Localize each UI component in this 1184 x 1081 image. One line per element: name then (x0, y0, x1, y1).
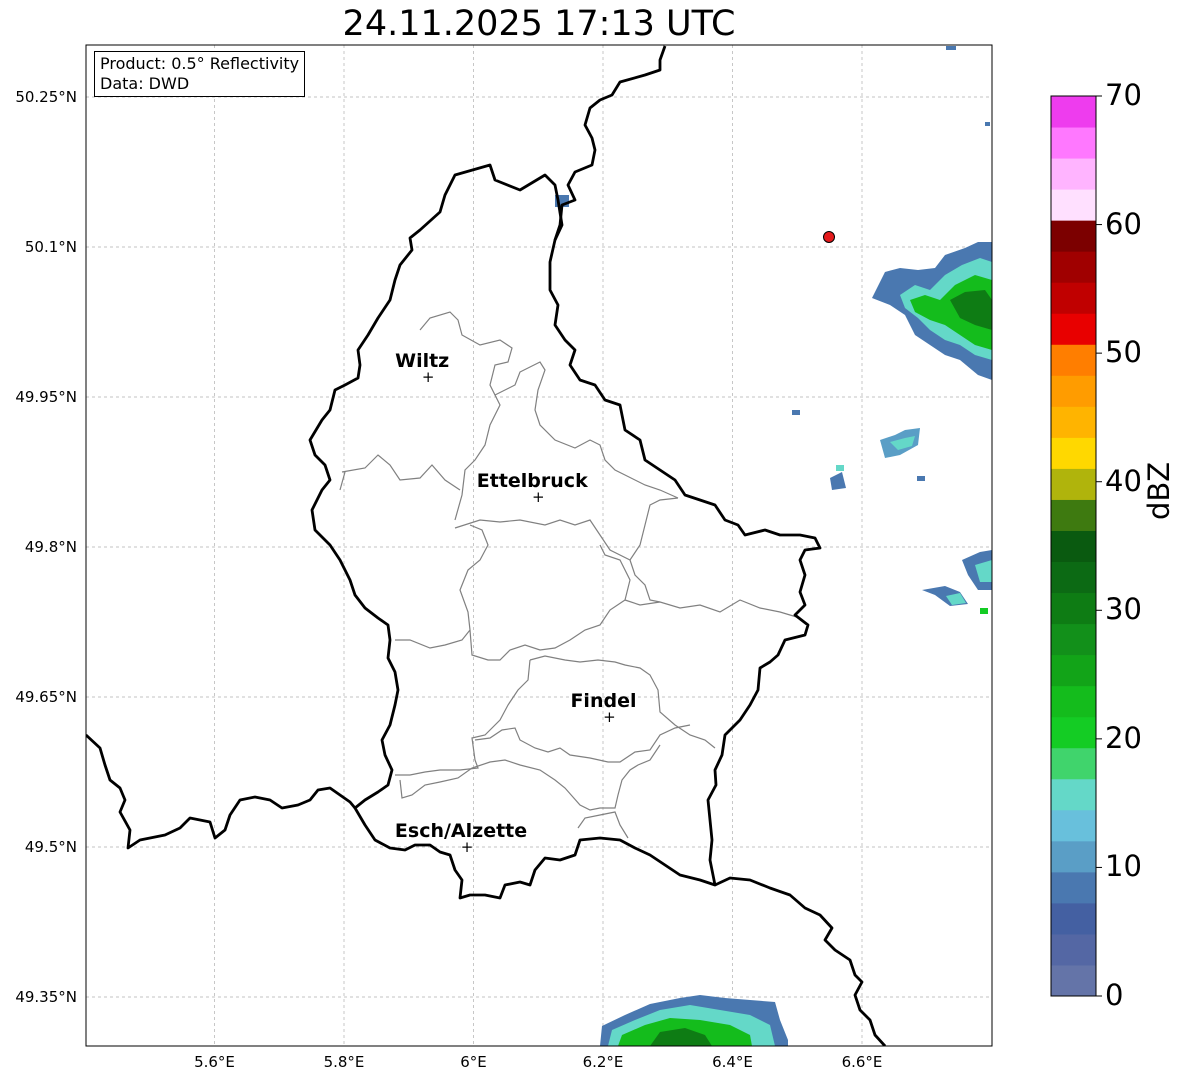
colorbar-segment (1051, 375, 1096, 407)
colorbar-segment (1051, 685, 1096, 718)
colorbar (1050, 95, 1102, 997)
colorbar-segment (1051, 406, 1096, 438)
colorbar-tick-label: 60 (1105, 206, 1142, 241)
city-label: Esch/Alzette (395, 820, 527, 842)
colorbar-segment (1051, 871, 1096, 904)
colorbar-segment (1051, 158, 1096, 190)
radar-map: +Wiltz +Ettelbruck +Findel +Esch/Alzette 5.… (15, 44, 1102, 1071)
lat-tick-label: 50.25°N (15, 88, 77, 106)
lat-tick-label: 49.8°N (25, 538, 77, 556)
colorbar-segment (1051, 561, 1096, 594)
city-esch-alzette: +Esch/Alzette (395, 820, 527, 856)
colorbar-segment (1051, 251, 1096, 283)
colorbar-tick-label: 20 (1105, 720, 1142, 755)
colorbar-tick-label: 40 (1105, 463, 1142, 498)
precipitation-echo-south (600, 995, 788, 1046)
gridlines (86, 45, 992, 1046)
colorbar-segment (1051, 778, 1096, 811)
colorbar-segment (1051, 468, 1096, 500)
info-box: Product: 0.5° Reflectivity Data: DWD (94, 51, 306, 97)
lon-tick-label: 6.4°E (712, 1053, 753, 1071)
data-source-label: Data: DWD (100, 74, 190, 93)
colorbar-segment (1051, 623, 1096, 656)
radar-site-marker (823, 231, 835, 243)
colorbar-segment (1051, 189, 1096, 221)
lon-tick-label: 5.6°E (194, 1053, 235, 1071)
city-markers: +Wiltz +Ettelbruck +Findel +Esch/Alzette (395, 350, 637, 856)
city-label: Ettelbruck (477, 470, 588, 492)
echo-layer (555, 46, 992, 1046)
country-borders (86, 45, 887, 1046)
lon-tick-label: 6.2°E (583, 1053, 624, 1071)
colorbar-segment (1051, 437, 1096, 469)
colorbar-segment (1051, 592, 1096, 625)
city-label: Findel (570, 690, 636, 712)
city-label: Wiltz (395, 350, 449, 372)
colorbar-segment (1051, 344, 1096, 376)
colorbar-segment (1051, 127, 1096, 159)
lat-tick-label: 49.5°N (25, 838, 77, 856)
lat-tick-label: 50.1°N (25, 238, 77, 256)
colorbar-segment (1051, 313, 1096, 345)
map-frame (85, 44, 993, 1047)
colorbar-tick-label: 70 (1105, 78, 1142, 112)
colorbar-segment (1051, 747, 1096, 780)
lon-tick-label: 6.6°E (842, 1053, 883, 1071)
city-findel: +Findel (570, 690, 636, 726)
product-label: Product: 0.5° Reflectivity (100, 54, 300, 73)
axis-ticks: 5.6°E 5.8°E 6°E 6.2°E 6.4°E 6.6°E 50.25°N 50.1°… (15, 88, 882, 1071)
colorbar-tick-label: 30 (1105, 592, 1142, 627)
lat-tick-label: 49.35°N (15, 988, 77, 1006)
city-ettelbruck: +Ettelbruck (477, 470, 588, 506)
colorbar-segment (1051, 530, 1096, 563)
colorbar-segment (1051, 96, 1096, 128)
colorbar-tick-label: 10 (1105, 849, 1142, 884)
lon-tick-label: 5.8°E (324, 1053, 365, 1071)
germany-east-border (553, 45, 667, 241)
colorbar-segment (1051, 933, 1096, 966)
colorbar-title: dBZ (1142, 461, 1176, 520)
colorbar-segment (1051, 220, 1096, 252)
lon-tick-label: 6°E (460, 1053, 487, 1071)
lat-tick-label: 49.95°N (15, 388, 77, 406)
colorbar-segment (1051, 716, 1096, 749)
colorbar-segment (1051, 282, 1096, 314)
colorbar-segment (1051, 902, 1096, 935)
lat-tick-label: 49.65°N (15, 688, 77, 706)
colorbar-tick-label: 0 (1105, 978, 1124, 1012)
colorbar-segment (1051, 964, 1096, 997)
city-wiltz: +Wiltz (395, 350, 449, 386)
colorbar-segment (1051, 809, 1096, 842)
colorbar-tick-label: 50 (1105, 335, 1142, 370)
france-border (86, 733, 357, 850)
colorbar-segment (1051, 840, 1096, 873)
colorbar-segment (1051, 654, 1096, 687)
district-borders (339, 311, 801, 839)
colorbar-segment (1051, 499, 1096, 531)
precipitation-echo-northeast (872, 242, 992, 380)
